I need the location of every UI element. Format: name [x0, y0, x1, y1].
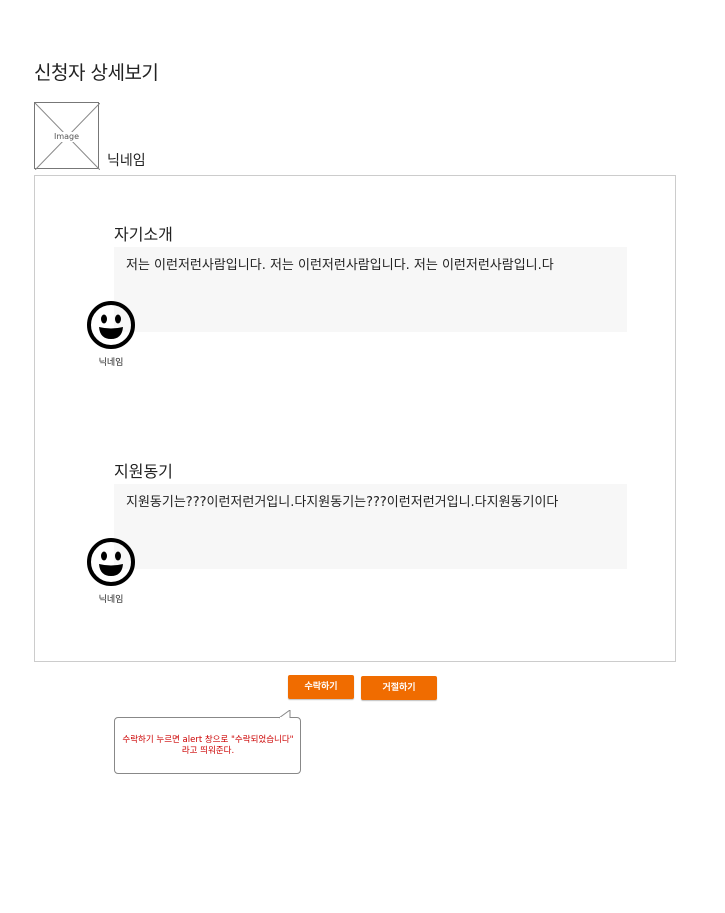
profile-nickname: 닉네임 [107, 153, 146, 169]
introduction-text-box: 저는 이런저런사람입니다. 저는 이런저런사람입니다. 저는 이런저런사람입니.… [114, 247, 627, 332]
profile-image: Image [34, 102, 100, 170]
motivation-text-box: 지원동기는???이런저런거입니.다지원동기는???이런저런거입니.다지원동기이다 [114, 484, 627, 569]
section-title-introduction: 자기소개 [114, 225, 173, 244]
section-title-motivation: 지원동기 [114, 462, 173, 481]
reject-button[interactable]: 거절하기 [361, 676, 437, 700]
image-placeholder-label: Image [52, 132, 81, 141]
callout-tail [279, 710, 291, 719]
page-title: 신청자 상세보기 [34, 62, 159, 84]
smiley-icon [87, 301, 135, 349]
avatar-nickname: 닉네임 [98, 595, 124, 605]
annotation-text: 수락하기 누르면 alert 창으로 "수락되었습니다" 라고 띄워준다. [122, 735, 294, 756]
avatar-nickname: 닉네임 [98, 358, 124, 368]
smiley-icon [87, 538, 135, 586]
accept-button[interactable]: 수락하기 [288, 675, 354, 699]
